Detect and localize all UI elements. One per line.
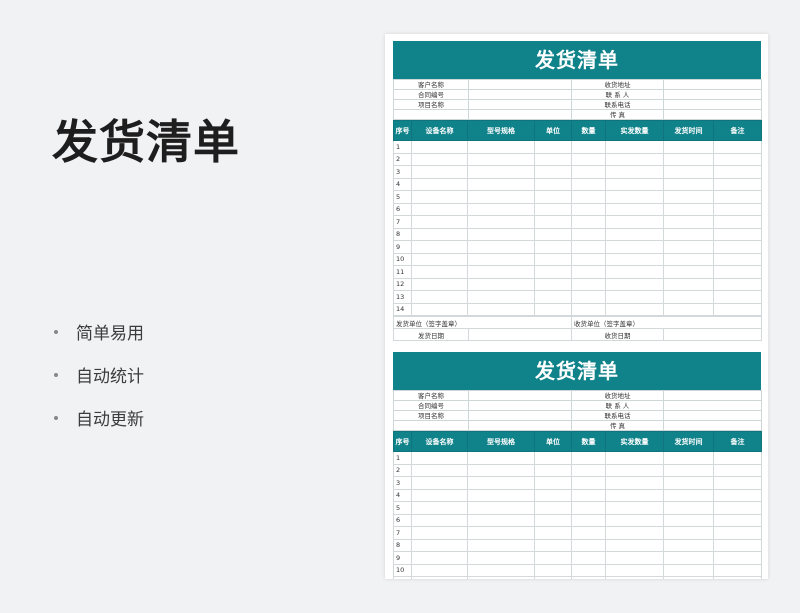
items-body: 1 2 3 4 5 6 7 8 9 10 11 12 13 14 (393, 140, 762, 316)
bullet-icon (54, 415, 58, 420)
row-number: 3 (393, 165, 412, 179)
table-row: 9 (393, 240, 762, 254)
table-row: 2 (393, 463, 762, 477)
sheet-title: 发货清单 (393, 41, 761, 79)
row-number: 10 (393, 563, 412, 577)
shipping-list-sheet-1: 发货清单 客户名称 收货地址 合同编号联 系 人 项目名称 联系电话 传 真 序号设… (393, 41, 762, 341)
table-row: 6 (393, 202, 762, 216)
row-number: 2 (393, 463, 412, 477)
table-row: 1 (393, 451, 762, 465)
document-preview: 发货清单 客户名称 收货地址 合同编号联 系 人 项目名称 联系电话 传 真 序号设… (385, 34, 768, 579)
table-row: 7 (393, 215, 762, 229)
row-number: 5 (393, 190, 412, 204)
row-number: 4 (393, 488, 412, 502)
table-row: 8 (393, 227, 762, 241)
row-number: 9 (393, 240, 412, 254)
sheet-title: 发货清单 (393, 352, 761, 390)
feature-item: 简单易用 (52, 310, 144, 353)
table-row: 4 (393, 177, 762, 191)
table-row: 14 (393, 302, 762, 316)
info-table: 客户名称 收货地址 合同编号联 系 人 项目名称 联系电话 传 真 (393, 390, 762, 431)
row-number: 2 (393, 152, 412, 166)
bullet-icon (54, 329, 58, 334)
table-row: 3 (393, 476, 762, 490)
page-title: 发货清单 (52, 115, 240, 169)
feature-item: 自动更新 (52, 396, 144, 439)
row-number: 9 (393, 551, 412, 565)
header-row: 序号 设备名称 型号规格 单位 数量 实发数量 发货时间 备注 (393, 120, 762, 141)
table-row: 5 (393, 190, 762, 204)
row-number: 13 (393, 290, 412, 304)
table-row: 2 (393, 152, 762, 166)
table-row: 3 (393, 165, 762, 179)
row-number: 4 (393, 177, 412, 191)
table-row: 7 (393, 526, 762, 540)
table-row: 8 (393, 538, 762, 552)
row-number: 7 (393, 526, 412, 540)
row-number: 1 (393, 451, 412, 465)
row-number: 8 (393, 538, 412, 552)
table-row: 4 (393, 488, 762, 502)
table-row: 13 (393, 290, 762, 304)
row-number: 6 (393, 202, 412, 216)
shipping-list-sheet-2: 发货清单 客户名称 收货地址 合同编号联 系 人 项目名称 联系电话 传 真 序号设… (393, 352, 762, 579)
table-row: 11 (393, 576, 762, 579)
bullet-icon (54, 372, 58, 377)
feature-item: 自动统计 (52, 353, 144, 396)
items-table: 序号 设备名称 型号规格 单位 数量 实发数量 发货时间 备注 1 2 3 4 5 6 7 8 9 10 11 12… (393, 120, 762, 316)
row-number: 11 (393, 265, 412, 279)
row-number: 14 (393, 302, 412, 316)
row-number: 7 (393, 215, 412, 229)
table-row: 10 (393, 252, 762, 266)
row-number: 5 (393, 501, 412, 515)
table-row: 1 (393, 140, 762, 154)
table-row: 10 (393, 563, 762, 577)
row-number: 8 (393, 227, 412, 241)
row-number: 1 (393, 140, 412, 154)
row-number: 6 (393, 513, 412, 527)
items-table: 序号设备名称型号规格单位数量实发数量发货时间备注 123456789101112 (393, 431, 762, 579)
row-number: 3 (393, 476, 412, 490)
row-number: 10 (393, 252, 412, 266)
table-row: 5 (393, 501, 762, 515)
info-table: 客户名称 收货地址 合同编号联 系 人 项目名称 联系电话 传 真 (393, 79, 762, 120)
signature-table: 发货单位（签字盖章） 收货单位（签字盖章） 发货日期 收货日期 (393, 316, 762, 341)
table-row: 9 (393, 551, 762, 565)
header-row: 序号 设备名称 型号规格 单位 数量 实发数量 发货时间 备注 (393, 431, 762, 452)
items-body: 123456789101112 (393, 451, 762, 579)
table-row: 11 (393, 265, 762, 279)
table-row: 12 (393, 277, 762, 291)
row-number: 12 (393, 277, 412, 291)
row-number: 11 (393, 576, 412, 579)
table-row: 6 (393, 513, 762, 527)
feature-list: 简单易用 自动统计 自动更新 (52, 310, 144, 439)
